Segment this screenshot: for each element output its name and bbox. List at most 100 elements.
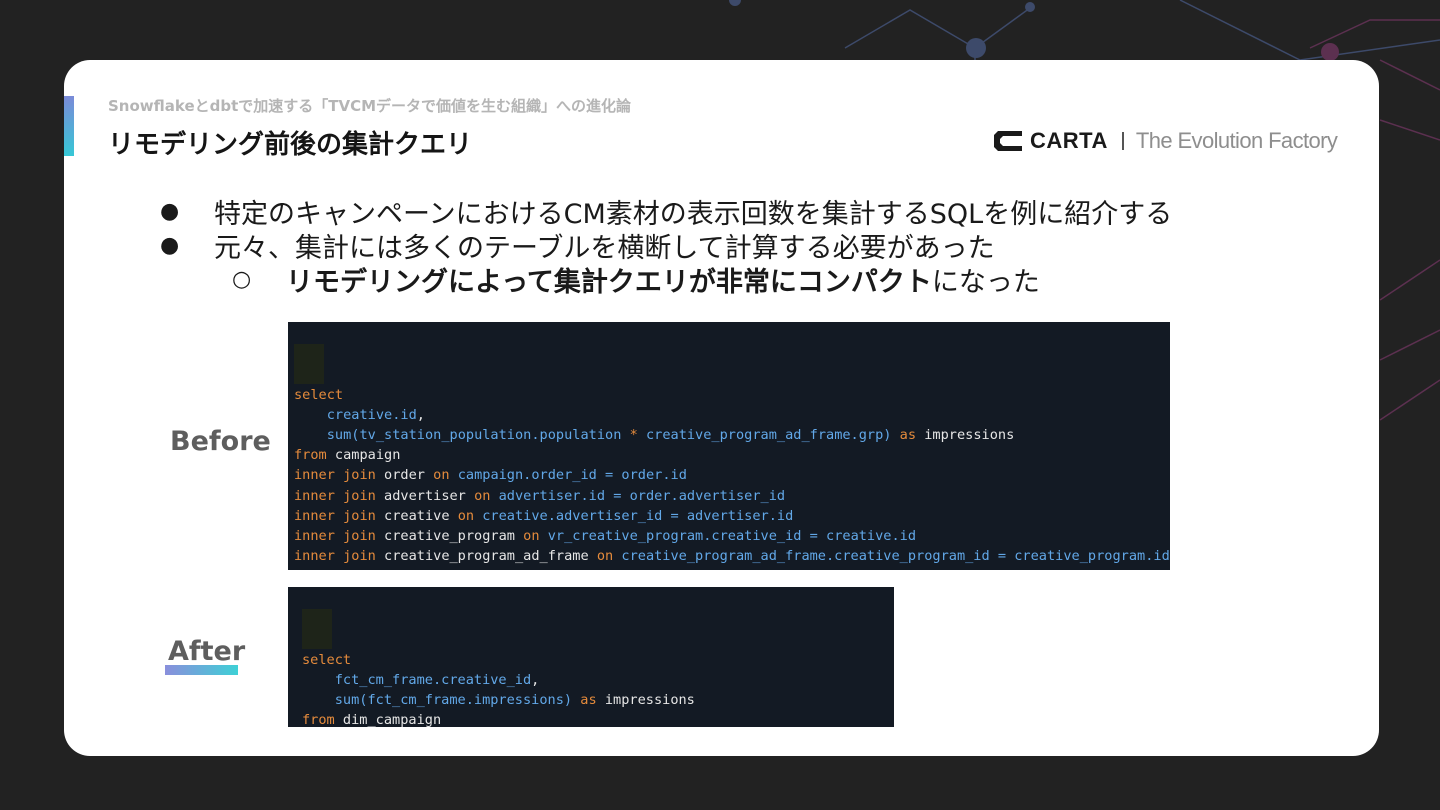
code-token: sum(fct_cm_frame.impressions) [334, 691, 573, 708]
code-line: select [302, 650, 894, 670]
code-token: = [605, 467, 614, 484]
code-token: on [433, 467, 450, 484]
bullet-circle-icon: ○ [232, 266, 252, 292]
code-token: advertiser [375, 487, 475, 504]
code-token: inner join [294, 507, 376, 524]
code-token: order [375, 467, 434, 484]
before-label: Before [170, 426, 271, 457]
code-token: advertiser.id [686, 507, 794, 524]
carta-logo-icon [994, 131, 1022, 151]
code-line: inner join creative_program_ad_frame on … [294, 546, 1170, 566]
code-token: sum(tv_station_population.population [326, 426, 622, 443]
code-token: creative.id [826, 527, 917, 544]
code-token: creative_program_ad_frame.creative_progr… [621, 548, 990, 565]
brand-name: CARTA [1030, 128, 1108, 153]
code-token: advertiser.id [498, 487, 606, 504]
code-token: campaign.order_id [457, 467, 597, 484]
bullet-list: ● 特定のキャンペーンにおけるCM素材の表示回数を集計するSQLを例に紹介する … [160, 194, 1172, 298]
code-token: = [809, 527, 818, 544]
code-token: on [596, 548, 614, 565]
code-line: creative.id, [294, 405, 1170, 425]
code-token: inner join [294, 527, 376, 544]
code-line: from campaign [294, 445, 1170, 465]
code-token: impressions [596, 691, 695, 708]
code-token: creative.id [326, 406, 417, 423]
code-token: creative_program [375, 527, 524, 544]
code-token: inner join [294, 568, 376, 570]
code-token: from [294, 447, 327, 464]
bullet-dot-icon: ● [160, 198, 180, 224]
code-line: inner join order on campaign.order_id = … [294, 465, 1170, 485]
brand-tagline: The Evolution Factory [1135, 128, 1338, 153]
code-token: as [580, 691, 597, 708]
code-line: from dim_campaign [302, 710, 894, 727]
indent-guide [302, 609, 332, 649]
code-token: select [302, 651, 352, 668]
code-token: tv_station.id [499, 568, 605, 570]
code-token: * [629, 426, 638, 443]
code-token: as [899, 426, 917, 443]
code-token: on [474, 487, 491, 504]
page-title: リモデリング前後の集計クエリ [108, 130, 473, 160]
code-token: creative_program_ad_frame.grp) [645, 426, 892, 443]
code-token: order.advertiser_id [629, 487, 786, 504]
code-token: on [523, 527, 540, 544]
code-token: tv_station [376, 568, 474, 570]
code-token: impressions [916, 426, 1015, 443]
code-token: creative_program.id [1014, 548, 1170, 565]
code-line: fct_cm_frame.creative_id, [302, 670, 894, 690]
code-token: from [302, 712, 335, 727]
sub-bullet-emphasis: リモデリングによって集計クエリが非常にコンパクト [286, 266, 932, 298]
code-token: , [416, 406, 425, 423]
code-line: sum(fct_cm_frame.impressions) as impress… [302, 690, 894, 710]
code-token: creative.advertiser_id [482, 507, 663, 524]
code-token: = [670, 507, 679, 524]
code-token: select [294, 386, 344, 403]
code-token: inner join [294, 548, 376, 565]
code-token: fct_cm_frame.creative_id [334, 671, 532, 688]
code-token: on [474, 568, 490, 570]
brand-separator [1121, 132, 1124, 150]
code-line: inner join advertiser on advertiser.id =… [294, 486, 1170, 506]
code-token: = [997, 548, 1007, 565]
code-token: dim_campaign [334, 712, 442, 727]
bullet-item: ● 特定のキャンペーンにおけるCM素材の表示回数を集計するSQLを例に紹介する [160, 194, 1172, 230]
sub-bullet-item: ○ リモデリングによって集計クエリが非常にコンパクト になった [232, 262, 1172, 298]
code-block-before: select creative.id, sum(tv_station_popul… [288, 322, 1170, 570]
code-token: vr_creative_program.creative_id [547, 527, 802, 544]
code-token: campaign [326, 447, 401, 464]
code-line: sum(tv_station_population.population * c… [294, 425, 1170, 445]
code-token: creative_program_ad_frame.tv_station_id [630, 568, 949, 570]
code-line: inner join creative on creative.advertis… [294, 506, 1170, 526]
brand-lockup: CARTA The Evolution Factory [992, 126, 1338, 156]
code-line: inner join tv_station on tv_station.id =… [294, 566, 1170, 570]
code-token: inner join [294, 487, 376, 504]
title-accent-bar [64, 96, 74, 156]
code-token: creative_program_ad_frame [375, 548, 597, 565]
code-token: , [531, 671, 540, 688]
indent-guide [294, 344, 324, 384]
after-label: After [168, 636, 246, 667]
slide-card: Snowflakeとdbtで加速する「TVCMデータで価値を生む組織」への進化論… [64, 60, 1379, 756]
slide-subtitle: Snowflakeとdbtで加速する「TVCMデータで価値を生む組織」への進化論 [108, 97, 632, 115]
code-line: select [294, 385, 1170, 405]
